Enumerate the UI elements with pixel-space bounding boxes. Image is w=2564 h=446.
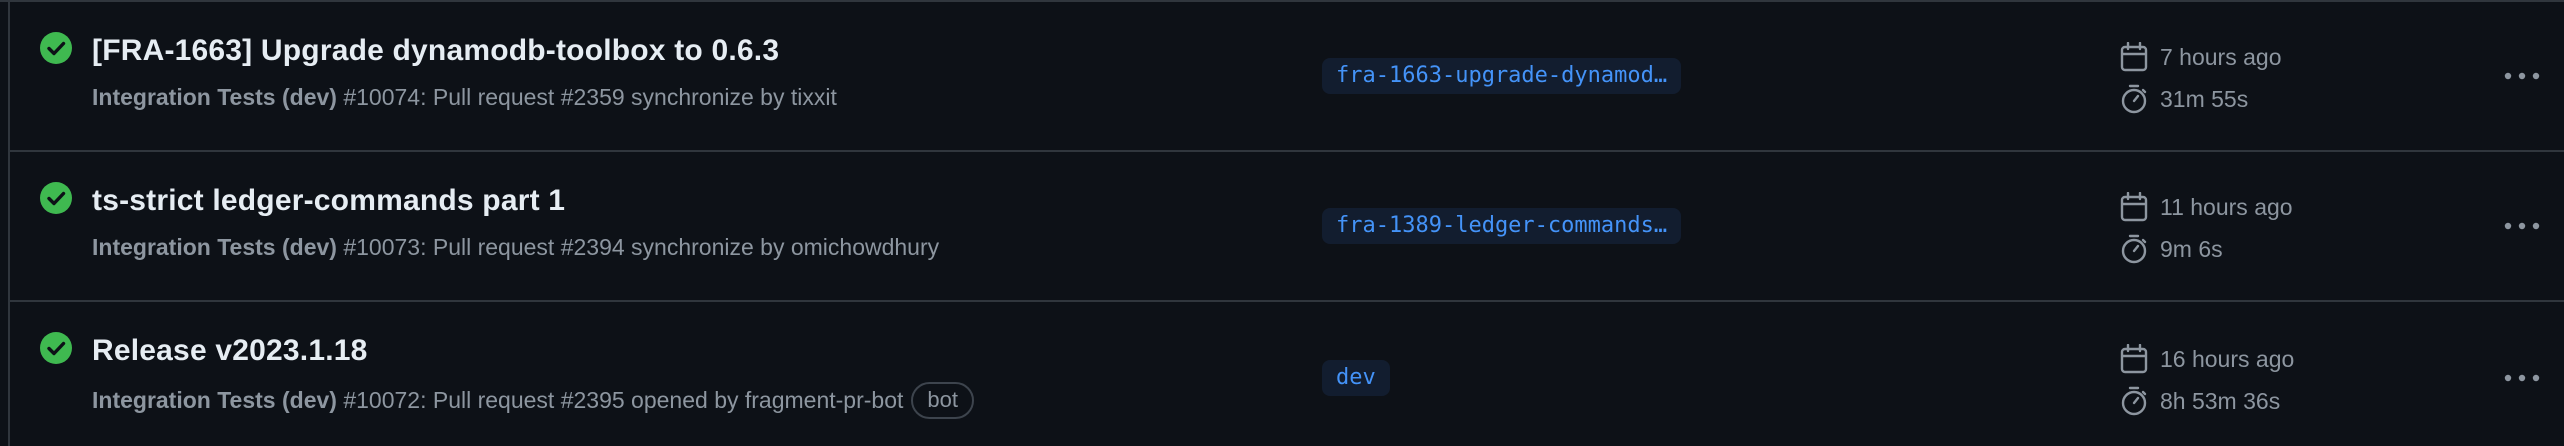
run-duration: 8h 53m 36s	[2120, 384, 2280, 418]
run-duration: 31m 55s	[2120, 82, 2248, 116]
workflow-run-row[interactable]: [FRA-1663] Upgrade dynamodb-toolbox to 0…	[8, 2, 2564, 152]
calendar-icon	[2120, 192, 2148, 222]
workflow-name: Integration Tests (dev)	[92, 84, 337, 110]
branch-tag[interactable]: fra-1663-upgrade-dynamod…	[1322, 58, 1682, 94]
workflow-name: Integration Tests (dev)	[92, 387, 337, 413]
branch-tag[interactable]: dev	[1322, 360, 1390, 396]
workflow-run-row[interactable]: ts-strict ledger-commands part 1 Integra…	[8, 152, 2564, 302]
stopwatch-icon	[2121, 84, 2147, 114]
run-created-time: 11 hours ago	[2120, 190, 2293, 224]
run-title-link[interactable]: Release v2023.1.18	[92, 334, 368, 368]
more-options-button[interactable]	[2498, 206, 2546, 246]
bot-badge: bot	[911, 382, 974, 419]
run-title-link[interactable]: [FRA-1663] Upgrade dynamodb-toolbox to 0…	[92, 34, 779, 68]
run-details: #10074: Pull request #2359 synchronize b…	[336, 84, 837, 110]
duration-text: 9m 6s	[2160, 235, 2223, 262]
created-text: 7 hours ago	[2160, 43, 2282, 70]
check-circle-icon	[40, 332, 72, 364]
run-created-time: 16 hours ago	[2120, 342, 2294, 376]
more-options-button[interactable]	[2498, 358, 2546, 398]
check-circle-icon	[40, 32, 72, 64]
branch-tag[interactable]: fra-1389-ledger-commands…	[1322, 208, 1682, 244]
check-circle-icon	[40, 182, 72, 214]
duration-text: 8h 53m 36s	[2160, 387, 2281, 414]
kebab-horizontal-icon	[2504, 222, 2540, 230]
more-options-button[interactable]	[2498, 56, 2546, 96]
calendar-icon	[2120, 344, 2148, 374]
workflow-runs-list: [FRA-1663] Upgrade dynamodb-toolbox to 0…	[0, 0, 2564, 446]
stopwatch-icon	[2121, 234, 2147, 264]
stopwatch-icon	[2121, 386, 2147, 416]
run-duration: 9m 6s	[2120, 232, 2223, 266]
created-text: 16 hours ago	[2160, 345, 2295, 372]
kebab-horizontal-icon	[2504, 374, 2540, 382]
calendar-icon	[2120, 42, 2148, 72]
created-text: 11 hours ago	[2160, 193, 2293, 220]
run-meta: Integration Tests (dev) #10073: Pull req…	[92, 234, 939, 261]
run-details: #10072: Pull request #2395 opened by fra…	[336, 387, 904, 413]
kebab-horizontal-icon	[2504, 72, 2540, 80]
run-created-time: 7 hours ago	[2120, 40, 2281, 74]
workflow-name: Integration Tests (dev)	[92, 234, 337, 260]
run-title-link[interactable]: ts-strict ledger-commands part 1	[92, 184, 565, 218]
run-meta: Integration Tests (dev) #10074: Pull req…	[92, 84, 837, 111]
run-details: #10073: Pull request #2394 synchronize b…	[336, 234, 940, 260]
run-meta: Integration Tests (dev) #10072: Pull req…	[92, 382, 974, 419]
duration-text: 31m 55s	[2160, 85, 2249, 112]
workflow-run-row[interactable]: Release v2023.1.18 Integration Tests (de…	[8, 302, 2564, 446]
